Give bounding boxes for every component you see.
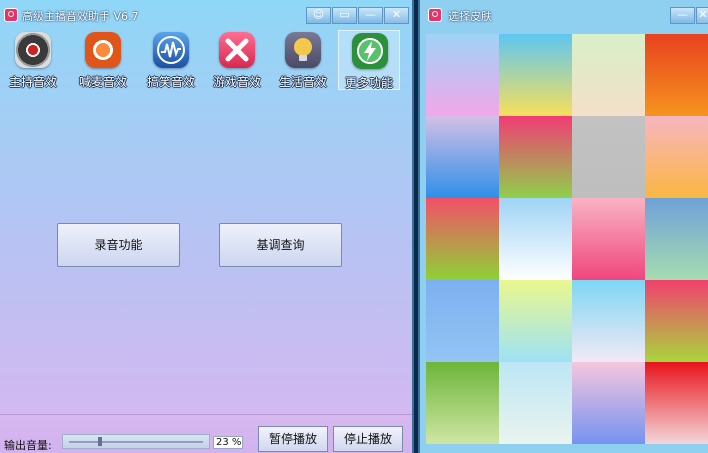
tool-label: 搞笑音效 [146,75,195,89]
record-button[interactable]: 录音功能 [57,223,180,267]
skin-swatch[interactable] [499,280,572,362]
tool-label: 更多功能 [344,76,393,90]
skin-swatch[interactable] [426,362,499,444]
skin-swatch[interactable] [572,116,645,198]
main-window: 高级主播音效助手 V6.7 ☺ ▭ — ✕ 主持音效 喊麦音效 搞笑音效 游戏音… [0,0,414,453]
restore-button[interactable]: ▭ [332,7,357,24]
skin-swatch[interactable] [426,198,499,280]
skin-window-title: 选择皮肤 [448,10,492,23]
stop-button[interactable]: 停止播放 [333,426,403,452]
tool-host-effects[interactable]: 主持音效 [2,30,64,90]
lightning-icon [352,33,388,69]
playback-bar: 输出音量: 23 % 暂停播放 停止播放 [0,414,412,453]
waveform-icon [153,32,189,68]
skin-window: 选择皮肤 — ✕ [418,0,708,453]
slider-knob[interactable] [98,437,103,446]
close-button[interactable]: ✕ [384,7,409,24]
record-disc-icon [15,32,51,68]
skin-grid [426,34,708,453]
crossed-x-icon [219,32,255,68]
skin-swatch[interactable] [645,34,708,116]
effects-toolbar: 主持音效 喊麦音效 搞笑音效 游戏音效 生活音效 更多功能 [0,30,412,90]
app-logo-icon [428,8,442,22]
tool-label: 游戏音效 [212,75,261,89]
pause-button[interactable]: 暂停播放 [258,426,328,452]
chat-icon[interactable]: ☺ [306,7,331,24]
lightbulb-icon [285,32,321,68]
tool-label: 主持音效 [8,75,57,89]
skin-titlebar[interactable]: 选择皮肤 — ✕ [420,0,708,30]
skin-swatch[interactable] [645,280,708,362]
skin-swatch[interactable] [426,280,499,362]
waveform-glyph [157,36,185,64]
skin-swatch[interactable] [645,116,708,198]
x-glyph [225,38,249,62]
main-window-title: 高级主播音效助手 V6.7 [22,10,139,23]
tool-life-effects[interactable]: 生活音效 [272,30,334,90]
app-logo-icon [4,8,18,22]
volume-slider[interactable] [62,434,210,449]
main-titlebar[interactable]: 高级主播音效助手 V6.7 ☺ ▭ — ✕ [0,0,412,30]
skin-swatch[interactable] [499,362,572,444]
tool-funny-effects[interactable]: 搞笑音效 [140,30,202,90]
bulb-glyph [294,38,312,61]
tool-label: 生活音效 [278,75,327,89]
close-button[interactable]: ✕ [696,7,708,24]
skin-swatch[interactable] [572,280,645,362]
volume-label: 输出音量: [4,439,52,452]
bolt-glyph [364,41,376,61]
minimize-button[interactable]: — [670,7,695,24]
volume-value: 23 % [213,436,243,449]
slider-line [69,441,203,443]
skin-swatch[interactable] [426,116,499,198]
skin-swatch[interactable] [499,116,572,198]
tool-more-functions[interactable]: 更多功能 [338,30,400,90]
skin-swatch[interactable] [499,34,572,116]
tool-label: 喊麦音效 [78,75,127,89]
skin-swatch[interactable] [572,198,645,280]
skin-swatch[interactable] [572,34,645,116]
minimize-button[interactable]: — [358,7,383,24]
skin-swatch[interactable] [499,198,572,280]
skin-swatch[interactable] [645,362,708,444]
target-icon [85,32,121,68]
skin-swatch[interactable] [645,198,708,280]
tool-cheer-effects[interactable]: 喊麦音效 [72,30,134,90]
base-tone-button[interactable]: 基调查询 [219,223,342,267]
skin-swatch[interactable] [572,362,645,444]
skin-swatch[interactable] [426,34,499,116]
tool-game-effects[interactable]: 游戏音效 [206,30,268,90]
